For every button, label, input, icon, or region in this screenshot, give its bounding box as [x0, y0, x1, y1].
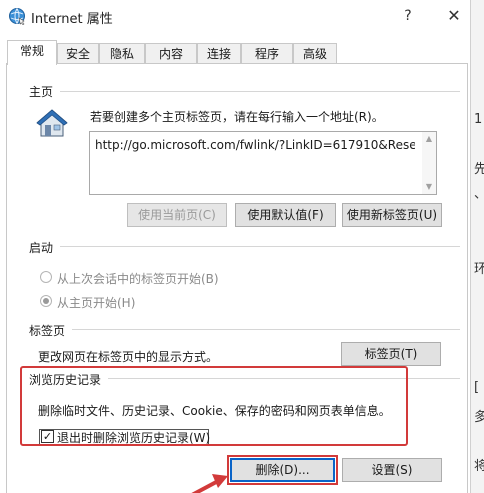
background-glyph: [	[474, 380, 480, 395]
use-new-tab-button[interactable]: 使用新标签页(U)	[342, 203, 442, 227]
section-divider	[72, 329, 460, 330]
background-glyph: 环	[474, 262, 484, 277]
background-glyph: 1	[474, 112, 483, 127]
radio-home-page-label: 从主页开始(H)	[57, 296, 136, 310]
tab-general[interactable]: 常规	[7, 40, 57, 65]
tab-privacy[interactable]: 隐私	[99, 43, 145, 64]
title-bar: Internet 属性 ? ✕	[0, 0, 470, 32]
scroll-down-icon[interactable]: ▼	[422, 180, 436, 194]
help-button[interactable]: ?	[394, 4, 422, 28]
radio-home-page[interactable]	[40, 295, 52, 307]
section-divider	[60, 246, 460, 247]
tab-strip: 常规 安全 隐私 内容 连接 程序 高级	[0, 40, 470, 65]
background-glyph: 、	[474, 183, 484, 202]
close-button[interactable]: ✕	[440, 4, 468, 28]
section-divider	[60, 91, 460, 92]
tabs-description: 更改网页在标签页中的显示方式。	[38, 350, 219, 364]
history-highlight-annotation	[20, 366, 408, 446]
home-icon	[36, 109, 68, 137]
tab-security[interactable]: 安全	[57, 43, 99, 64]
url-scrollbar[interactable]: ▲ ▼	[422, 132, 436, 194]
tab-advanced[interactable]: 高级	[293, 43, 337, 64]
window-title: Internet 属性	[31, 12, 113, 27]
radio-last-session-label: 从上次会话中的标签页开始(B)	[57, 272, 219, 286]
tabs-section-label: 标签页	[29, 322, 70, 339]
startup-section-label: 启动	[29, 239, 58, 256]
scroll-up-icon[interactable]: ▲	[422, 132, 436, 146]
background-glyph: 将	[474, 459, 484, 474]
tab-content[interactable]: 内容	[145, 43, 197, 64]
tab-programs[interactable]: 程序	[241, 43, 293, 64]
annotation-arrow-icon	[191, 474, 228, 493]
use-default-button[interactable]: 使用默认值(F)	[235, 203, 336, 227]
tab-connections[interactable]: 连接	[197, 43, 241, 64]
background-glyph: 多	[474, 410, 484, 425]
background-glyph: 先	[474, 162, 484, 177]
delete-history-button[interactable]: 删除(D)...	[227, 455, 338, 485]
history-settings-button[interactable]: 设置(S)	[342, 458, 442, 482]
use-current-page-button[interactable]: 使用当前页(C)	[127, 203, 227, 227]
home-page-url-input[interactable]: http://go.microsoft.com/fwlink/?LinkID=6…	[89, 131, 437, 195]
home-page-url-value: http://go.microsoft.com/fwlink/?LinkID=6…	[95, 138, 415, 152]
home-instruction: 若要创建多个主页标签页，请在每行输入一个地址(R)。	[90, 110, 384, 124]
home-section-label: 主页	[29, 83, 58, 100]
tabs-settings-button[interactable]: 标签页(T)	[341, 342, 441, 366]
radio-last-session[interactable]	[40, 271, 52, 283]
internet-options-icon	[9, 8, 25, 25]
